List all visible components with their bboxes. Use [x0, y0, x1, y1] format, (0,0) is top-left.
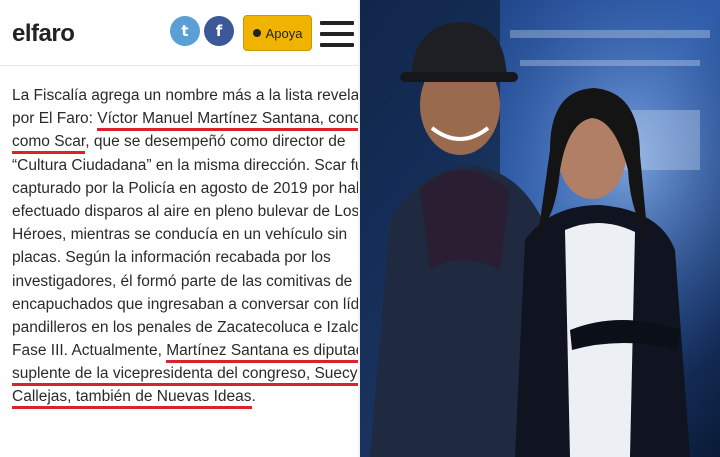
- article-line: Fase III. Actualmente, Martínez Santana …: [12, 339, 358, 364]
- text-segment: efectuado disparos al aire en pleno bule…: [12, 202, 358, 220]
- support-button-label: Apoya: [265, 25, 303, 41]
- underlined-text: Callejas, también de Nuevas Ideas: [12, 388, 252, 410]
- donate-icon: [252, 29, 261, 37]
- text-segment: por El Faro:: [12, 110, 98, 128]
- text-segment: .: [251, 388, 256, 406]
- underlined-text: suplente de la vicepresidenta del congre…: [12, 365, 358, 387]
- site-header: elfaro t f Apoya: [0, 0, 358, 66]
- text-segment: placas. Según la información recabada po…: [12, 249, 331, 267]
- article-screenshot: elfaro t f Apoya La Fiscalía agrega un n…: [0, 0, 358, 457]
- text-segment: pandilleros en los penales de Zacatecolu…: [12, 318, 358, 336]
- twitter-icon[interactable]: t: [170, 16, 200, 46]
- article-line: encapuchados que ingresaban a conversar …: [12, 293, 358, 316]
- article-line: placas. Según la información recabada po…: [12, 246, 358, 269]
- underlined-text: como Scar: [12, 133, 86, 155]
- article-line: La Fiscalía agrega un nombre más a la li…: [12, 84, 358, 107]
- underlined-text: Víctor Manuel Martínez Santana, conocido: [97, 110, 358, 132]
- text-segment: La Fiscalía agrega un nombre más a la li…: [12, 87, 358, 104]
- article-line: investigadores, él formó parte de las co…: [12, 270, 358, 293]
- text-segment: encapuchados que ingresaban a conversar …: [12, 295, 358, 313]
- site-logo[interactable]: elfaro: [12, 20, 75, 48]
- article-line: capturado por la Policía en agosto de 20…: [12, 177, 358, 200]
- hamburger-menu-icon[interactable]: [320, 21, 354, 47]
- article-line: Héroes, mientras se conducía en un vehíc…: [12, 223, 358, 246]
- article-line: como Scar, que se desempeñó como directo…: [12, 130, 358, 155]
- text-segment: Héroes, mientras se conducía en un vehíc…: [12, 226, 348, 244]
- facebook-icon[interactable]: f: [204, 16, 234, 46]
- text-segment: capturado por la Policía en agosto de 20…: [12, 179, 358, 197]
- article-line: efectuado disparos al aire en pleno bule…: [12, 200, 358, 223]
- article-line: pandilleros en los penales de Zacatecolu…: [12, 316, 358, 339]
- photo-two-people-icon: [360, 0, 720, 457]
- support-button[interactable]: Apoya: [243, 15, 312, 51]
- text-segment: Fase III. Actualmente,: [12, 342, 167, 360]
- underlined-text: Martínez Santana es diputado: [166, 342, 358, 364]
- article-line: “Cultura Ciudadana” en la misma direcció…: [12, 154, 358, 177]
- article-line: suplente de la vicepresidenta del congre…: [12, 362, 358, 387]
- text-segment: , que se desempeñó como director de: [85, 133, 346, 151]
- text-segment: “Cultura Ciudadana” en la misma direcció…: [12, 156, 358, 174]
- photo-panel: [360, 0, 720, 457]
- article-line: por El Faro: Víctor Manuel Martínez Sant…: [12, 107, 358, 132]
- article-body: La Fiscalía agrega un nombre más a la li…: [12, 84, 358, 410]
- text-segment: investigadores, él formó parte de las co…: [12, 272, 353, 290]
- article-line: Callejas, también de Nuevas Ideas.: [12, 385, 358, 410]
